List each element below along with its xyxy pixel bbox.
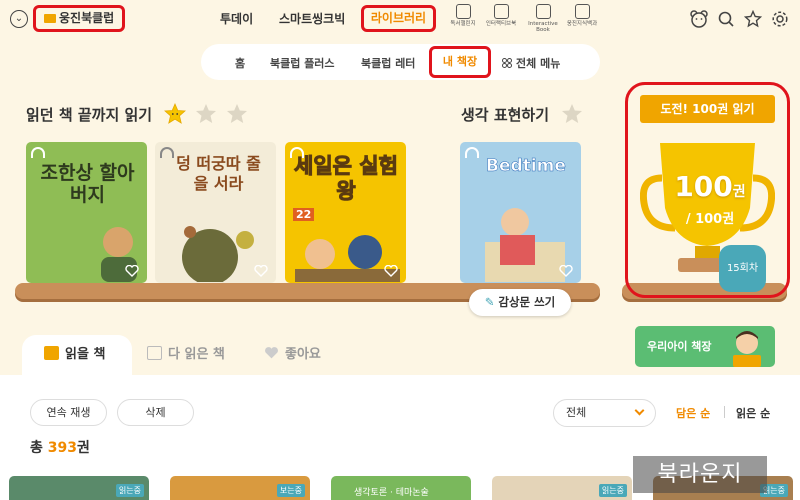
child-reading-icon [733,331,761,367]
book-card[interactable]: 읽는중 [9,476,149,500]
sort-by-added[interactable]: 담은 순 [676,405,710,421]
chevron-down-icon [634,405,645,416]
book-card[interactable]: 읽는중 [492,476,632,500]
sort-divider [724,406,725,418]
headphone-icon [31,147,45,158]
beetle-illustration [182,226,254,282]
sub-bookclub-plus[interactable]: 북클럽 플러스 [270,55,335,71]
star-outline-icon[interactable] [744,10,762,28]
sub-bookclub-letter[interactable]: 북클럽 레터 [361,55,415,71]
sort-by-read[interactable]: 읽은 순 [736,405,770,421]
sub-navigation: 홈 북클럽 플러스 북클럽 레터 전체 메뉴 [201,44,600,80]
delete-button[interactable]: 삭제 [117,399,194,426]
kids-bookshelf-button[interactable]: 우리아이 책장 [635,326,775,367]
app-interactive-book[interactable]: 인터랙티브북 [479,4,523,27]
encyclopedia-icon [574,4,590,19]
continuous-play-button[interactable]: 연속 재생 [30,399,107,426]
challenge-total: / 100권 [685,212,735,227]
book-card[interactable]: 생각토론 · 테마논술 [331,476,471,500]
brand-logo[interactable]: 웅진북클럽 [33,5,126,32]
filter-select[interactable]: 전체 [553,399,656,427]
star-empty-icon [196,104,216,123]
chevron-down-icon[interactable]: ⌄ [10,10,28,28]
sub-home[interactable]: 홈 [235,55,245,71]
nav-today[interactable]: 투데이 [220,10,253,27]
heart-icon[interactable] [559,265,573,277]
book-cover[interactable]: Bedtime [460,142,581,283]
book-icon [455,4,471,19]
write-review-button[interactable]: ✎ 감상문 쓰기 [469,289,571,316]
app-knowledge-encyclopedia[interactable]: 웅진지식백과 [560,4,604,27]
star-empty-icon [562,104,582,123]
heart-icon[interactable] [254,265,268,277]
book-icon [44,346,59,360]
heart-icon[interactable] [125,265,139,277]
sub-all-menu[interactable]: 전체 메뉴 [502,55,560,71]
settings-icon[interactable] [771,10,789,28]
watermark: 북라운지 [633,456,767,493]
book-cover[interactable]: 조한상 할아버지 [26,142,147,283]
envelope-icon [44,14,56,23]
book-card[interactable]: 보는중 [170,476,310,500]
nav-smartthinkbig[interactable]: 스마트씽크빅 [279,10,345,27]
challenge-banner: 도전! 100권 읽기 [640,95,775,123]
tab-to-read[interactable]: 읽을 책 [22,335,132,380]
nav-library[interactable]: 라이브러리 [361,5,436,32]
open-book-icon [147,346,162,360]
app-interactive-book-en[interactable]: Interactive Book [521,4,565,33]
brand-label: 웅진북클럽 [59,11,115,25]
star-empty-icon [227,104,247,123]
heart-icon [265,347,278,359]
section-title-continue-reading: 읽던 책 끝까지 읽기 [26,106,153,124]
headphone-icon [465,147,479,158]
grid-icon [502,58,512,68]
pencil-icon: ✎ [484,295,499,309]
challenge-count: 100권 [674,170,746,203]
search-icon[interactable] [717,10,735,28]
book-cover[interactable]: 덩 떠궁따 줄을 서라 [155,142,276,283]
cube-icon [493,4,509,19]
package-icon [535,4,551,19]
tab-liked[interactable]: 좋아요 [264,335,321,375]
section-title-express-thoughts: 생각 표현하기 [461,106,550,124]
challenge-round-badge: 15회차 [719,245,766,292]
bear-profile-icon[interactable] [690,10,708,28]
top-bar: ⌄ 웅진북클럽 투데이 스마트씽크빅 라이브러리 독서챌린지 인터랙티브북 In… [0,0,800,40]
sub-my-bookshelf[interactable]: 내 책장 [429,46,491,78]
total-count: 총 393권 [30,440,90,456]
tab-finished[interactable]: 다 읽은 책 [147,335,225,375]
heart-icon[interactable] [384,265,398,277]
star-filled-icon [164,103,186,124]
book-cover[interactable]: 세일은 실험왕 22 [285,142,406,283]
